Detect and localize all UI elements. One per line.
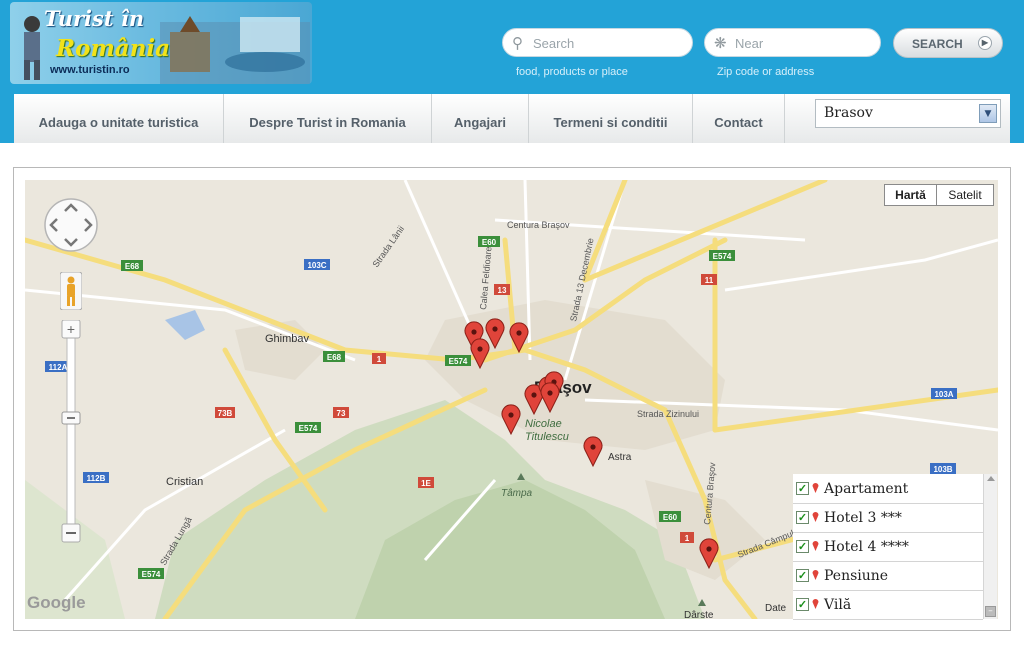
map-label-cristian: Cristian	[166, 476, 203, 488]
road-shield-1e: 1E	[421, 479, 431, 488]
road-shield-e60-b: E60	[663, 513, 678, 522]
filter-row-hotel-3[interactable]: ✓ Hotel 3 ***	[793, 504, 983, 533]
checkbox[interactable]: ✓	[796, 482, 809, 495]
logo-url: www.turistin.ro	[50, 64, 130, 76]
map-pin-icon	[812, 570, 819, 580]
map-label-nicolae: Nicolae	[525, 418, 562, 430]
map-label-date: Date	[765, 603, 787, 614]
map-label-ghimbav: Ghimbav	[265, 333, 310, 345]
map-marker-icon[interactable]	[501, 404, 521, 436]
filter-row-hotel-4[interactable]: ✓ Hotel 4 ****	[793, 533, 983, 562]
search-near-input[interactable]: ❋ Near	[704, 28, 881, 57]
filter-label: Pensiune	[824, 568, 889, 584]
road-shield-112b: 112B	[87, 474, 106, 483]
plus-icon: +	[67, 321, 75, 337]
map-marker-icon[interactable]	[583, 436, 603, 468]
map-pin-icon	[812, 541, 819, 551]
checkbox[interactable]: ✓	[796, 598, 809, 611]
nav-item-terms[interactable]: Termeni si conditii	[529, 94, 693, 143]
road-shield-e574-a: E574	[449, 357, 468, 366]
city-select-value: Brasov	[824, 105, 873, 121]
map-marker-dot	[508, 412, 514, 418]
filter-scrollbar[interactable]: –	[983, 474, 997, 619]
filter-row-apartament[interactable]: ✓ Apartament	[793, 475, 983, 504]
google-logo: Google	[27, 593, 86, 612]
map-label-titulescu: Titulescu	[525, 431, 569, 443]
search-near-hint: Zip code or address	[717, 66, 815, 78]
zoom-slider[interactable]: +	[60, 320, 82, 546]
nav-item-add-unit[interactable]: Adauga o unitate turistica	[14, 94, 224, 143]
logo-title-line2: România	[56, 35, 171, 62]
search-what-input[interactable]: ⚲ Search	[502, 28, 693, 57]
road-shield-e574-d: E574	[713, 252, 732, 261]
road-shield-e574-c: E574	[142, 570, 161, 579]
checkbox[interactable]: ✓	[796, 540, 809, 553]
map-pin-icon	[812, 599, 819, 609]
map-marker-dot	[471, 329, 477, 335]
road-shield-1-b: 1	[685, 534, 690, 543]
map-marker-dot	[516, 330, 522, 336]
map-label-darste: Dârste	[684, 610, 714, 619]
scroll-up-icon[interactable]	[987, 476, 995, 481]
collapse-icon[interactable]: –	[985, 606, 996, 617]
road-shield-73: 73	[337, 409, 346, 418]
site-logo[interactable]: Turist în România www.turistin.ro	[10, 2, 312, 84]
road-shield-103c: 103C	[307, 261, 326, 270]
search-what-placeholder: Search	[533, 36, 575, 51]
location-icon: ❋	[714, 35, 727, 52]
road-shield-11: 11	[705, 276, 714, 285]
map-marker-dot	[531, 392, 537, 398]
road-shield-e60-a: E60	[482, 238, 497, 247]
city-select[interactable]: Brasov ▼	[815, 99, 1001, 128]
map-pan-control[interactable]	[43, 197, 99, 253]
road-label-calea-feldioarei: Calea Feldioarei	[478, 244, 494, 310]
road-shield-e68-b: E68	[327, 353, 342, 362]
road-label-centura-top: Centura Braşov	[507, 220, 570, 230]
filter-row-pensiune[interactable]: ✓ Pensiune	[793, 562, 983, 591]
map-marker-dot	[706, 546, 712, 552]
logo-title-line1: Turist în	[44, 6, 145, 31]
arrow-right-icon: ▶	[978, 36, 992, 50]
search-button[interactable]: SEARCH ▶	[893, 28, 1003, 58]
map-marker-dot	[477, 346, 483, 352]
map-type-button[interactable]: Hartă	[884, 184, 937, 206]
minus-icon	[66, 532, 76, 534]
road-shield-103a: 103A	[934, 390, 953, 399]
category-filter-panel: ✓ Apartament ✓ Hotel 3 *** ✓ Hotel 4 ***…	[793, 474, 997, 620]
chevron-down-icon[interactable]: ▼	[979, 104, 997, 123]
map-marker-dot	[590, 444, 596, 450]
map-label-tampa: Tâmpa	[501, 488, 533, 499]
search-near-placeholder: Near	[735, 36, 764, 51]
nav-item-contact[interactable]: Contact	[693, 94, 785, 143]
map-pin-icon	[812, 512, 819, 522]
peak-icon	[698, 599, 706, 606]
road-shield-1-a: 1	[377, 355, 382, 364]
filter-label: Hotel 3 ***	[824, 510, 902, 526]
road-label-strada-lanii: Strada Lânii	[370, 224, 406, 269]
nav-item-about[interactable]: Despre Turist in Romania	[224, 94, 432, 143]
street-view-pegman-icon[interactable]	[60, 272, 82, 310]
road-shield-13: 13	[498, 286, 507, 295]
nav-item-jobs[interactable]: Angajari	[432, 94, 529, 143]
road-label-strada-zizinului: Strada Zizinului	[637, 409, 699, 419]
search-what-hint: food, products or place	[516, 66, 628, 78]
checkbox[interactable]: ✓	[796, 569, 809, 582]
map-marker-dot	[492, 326, 498, 332]
road-shield-73b: 73B	[218, 409, 233, 418]
filter-label: Apartament	[824, 481, 909, 497]
checkbox[interactable]: ✓	[796, 511, 809, 524]
road-shield-103b: 103B	[933, 465, 952, 474]
filter-label: Vilă	[824, 597, 852, 613]
satellite-type-button[interactable]: Satelit	[936, 184, 994, 206]
filter-label: Hotel 4 ****	[824, 539, 909, 555]
search-icon: ⚲	[512, 35, 523, 52]
map-pin-icon	[812, 483, 819, 493]
map-marker-dot	[547, 390, 553, 396]
road-shield-e574-b: E574	[299, 424, 318, 433]
map-label-astra: Astra	[608, 452, 632, 463]
filter-row-vila[interactable]: ✓ Vilă	[793, 591, 983, 620]
road-shield-e68-a: E68	[125, 262, 140, 271]
search-button-label: SEARCH	[912, 37, 963, 51]
